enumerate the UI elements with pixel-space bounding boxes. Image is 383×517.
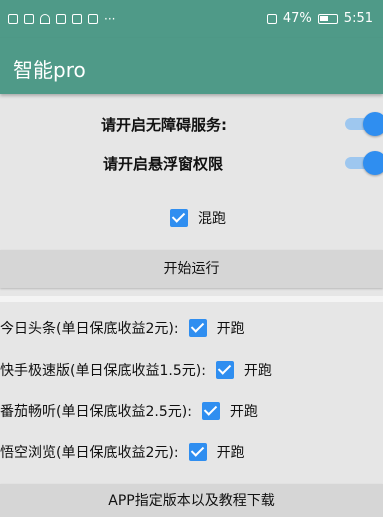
divider (0, 296, 383, 302)
task-checkbox[interactable] (188, 443, 207, 461)
start-button[interactable]: 开始运行 (0, 250, 383, 288)
task-toggle-label: 开跑 (216, 321, 245, 337)
notification-icon (72, 14, 82, 24)
task-label: 快手极速版(单日保底收益1.5元): (0, 363, 206, 379)
task-checkbox[interactable] (188, 319, 207, 337)
wechat-icon (56, 14, 66, 24)
accessibility-label: 请开启无障碍服务: (101, 116, 227, 134)
accessibility-row: 请开启无障碍服务: (0, 104, 383, 144)
app-bar: 智能pro (0, 38, 383, 94)
task-toggle-label: 开跑 (243, 363, 272, 379)
download-button[interactable]: APP指定版本以及教程下载 (0, 484, 383, 517)
task-toggle-label: 开跑 (229, 404, 258, 420)
status-bar: ··· 47% 5:51 (0, 0, 383, 38)
task-toggle-label: 开跑 (216, 445, 245, 461)
battery-level: 47% (282, 11, 312, 26)
hd-icon (8, 14, 18, 24)
task-row: 悟空浏览(单日保底收益2元): 开跑 (0, 436, 245, 468)
task-checkbox[interactable] (201, 402, 220, 420)
accessibility-switch[interactable] (343, 112, 383, 136)
status-icons: ··· (8, 12, 115, 26)
mix-run-checkbox[interactable]: 混跑 (160, 202, 226, 234)
wifi-icon (40, 14, 50, 24)
switch-thumb (363, 151, 383, 175)
overlay-label: 请开启悬浮窗权限 (103, 155, 224, 173)
mix-run-label: 混跑 (198, 211, 226, 227)
overlay-switch[interactable] (343, 151, 383, 175)
checkbox-checked-icon (170, 209, 188, 227)
task-row: 快手极速版(单日保底收益1.5元): 开跑 (0, 354, 272, 386)
app-icon (88, 14, 98, 24)
switch-thumb (363, 112, 383, 136)
cast-icon (266, 13, 277, 24)
task-label: 番茄畅听(单日保底收益2.5元): (0, 404, 192, 420)
clock: 5:51 (343, 11, 373, 26)
task-label: 悟空浏览(单日保底收益2元): (0, 445, 179, 461)
more-icon: ··· (104, 12, 116, 26)
task-row: 番茄畅听(单日保底收益2.5元): 开跑 (0, 395, 258, 427)
battery-icon (317, 13, 338, 24)
overlay-row: 请开启悬浮窗权限 (0, 143, 383, 183)
task-row: 今日头条(单日保底收益2元): 开跑 (0, 312, 245, 344)
signal-icon (24, 14, 34, 24)
task-checkbox[interactable] (215, 361, 234, 379)
task-label: 今日头条(单日保底收益2元): (0, 321, 179, 337)
app-title: 智能pro (13, 58, 86, 82)
